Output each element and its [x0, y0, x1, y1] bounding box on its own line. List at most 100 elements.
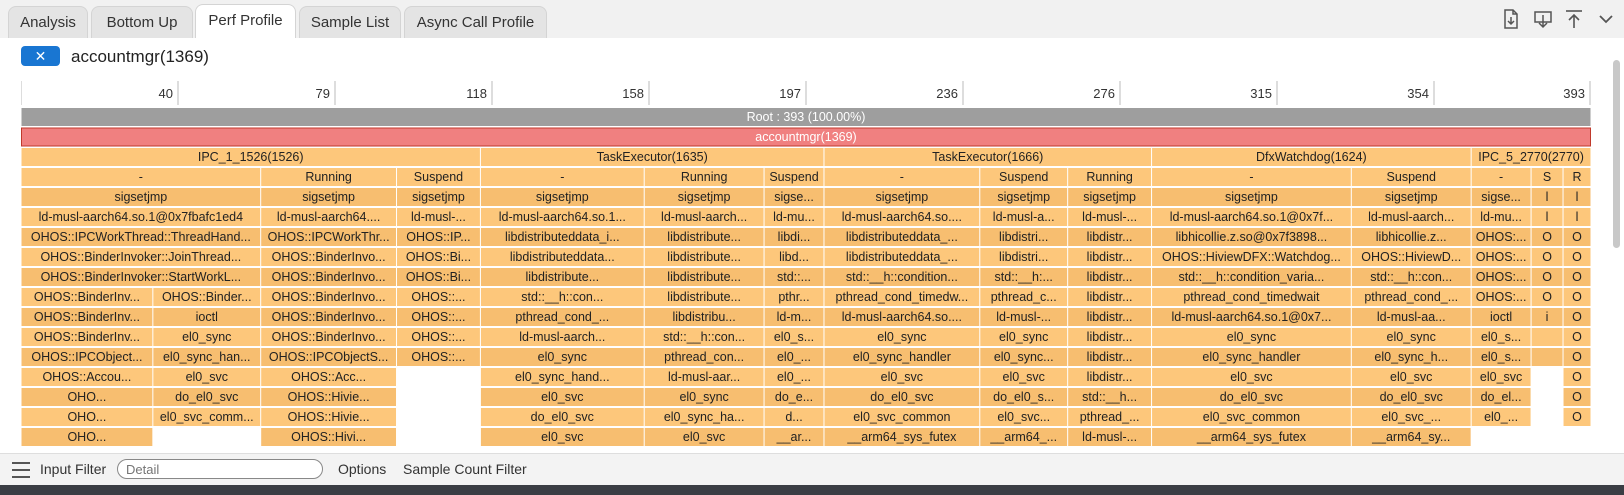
- frame-label: el0_sync: [877, 330, 926, 344]
- frame-label: sigsetjmp: [536, 190, 589, 204]
- tab-sample-list[interactable]: Sample List: [299, 6, 401, 38]
- frame-label: pthread_cond_timedwait: [1183, 290, 1320, 304]
- frame-label: OHOS::Bi...: [406, 270, 471, 284]
- frame-label: libdistribute...: [667, 230, 741, 244]
- flame-frame[interactable]: [1531, 328, 1563, 346]
- frame-label: O: [1572, 230, 1582, 244]
- frame-label: libhicollie.z...: [1376, 230, 1447, 244]
- upload-icon[interactable]: [1563, 8, 1585, 30]
- frame-label: OHOS::BinderInv...: [34, 290, 140, 304]
- frame-label: l: [1546, 210, 1549, 224]
- frame-label: ld-mu...: [1480, 210, 1522, 224]
- frame-label: ioctl: [196, 310, 218, 324]
- frame-label: OHO...: [67, 430, 106, 444]
- frame-label: pthr...: [778, 290, 809, 304]
- frame-label: el0_svc: [1003, 370, 1045, 384]
- frame-label: el0_sync: [999, 330, 1048, 344]
- frame-label: OHOS::BinderInv...: [34, 330, 140, 344]
- frame-label: O: [1572, 390, 1582, 404]
- axis-tick-label: 118: [466, 86, 487, 101]
- close-selection-button[interactable]: ✕: [21, 46, 60, 66]
- horizontal-scrollbar[interactable]: [0, 485, 1624, 495]
- tab-analysis[interactable]: Analysis: [8, 6, 88, 38]
- frame-label: el0_svc_comm...: [160, 410, 254, 424]
- frame-label: __arm64_sys_futex: [1196, 430, 1307, 444]
- frame-label: Suspend: [414, 170, 463, 184]
- frame-label: OHOS::BinderInvo...: [272, 270, 386, 284]
- frame-label: sigsetjmp: [1083, 190, 1136, 204]
- frame-label: libdistributeddata_i...: [505, 230, 620, 244]
- frame-label: -: [1249, 170, 1253, 184]
- frame-label: std::__h::con...: [521, 290, 603, 304]
- frame-label: pthread_con...: [664, 350, 744, 364]
- axis-tick-label: 158: [622, 86, 644, 101]
- frame-label: OHOS:...: [1476, 230, 1527, 244]
- frame-label: OHOS::Hivie...: [288, 390, 370, 404]
- frame-label: do_el0_svc: [870, 390, 933, 404]
- frame-label: libdistr...: [1087, 350, 1133, 364]
- frame-label: IPC_1_1526(1526): [198, 150, 304, 164]
- frame-label: Root : 393 (100.00%): [747, 110, 866, 124]
- frame-label: DfxWatchdog(1624): [1256, 150, 1367, 164]
- file-export-icon[interactable]: [1500, 8, 1522, 30]
- vertical-scrollbar-thumb[interactable]: [1613, 60, 1620, 248]
- frame-label: el0_svc_common: [853, 410, 950, 424]
- options-button[interactable]: Options: [338, 461, 386, 477]
- frame-label: ld-musl-...: [1082, 430, 1137, 444]
- vertical-scrollbar[interactable]: [1612, 56, 1622, 446]
- frame-label: O: [1572, 270, 1582, 284]
- frame-label: pthread_c...: [991, 290, 1057, 304]
- frame-label: libdistr...: [1087, 370, 1133, 384]
- frame-label: OHOS::BinderInvoker::StartWorkL...: [41, 270, 242, 284]
- frame-label: sigsetjmp: [997, 190, 1050, 204]
- sample-count-filter-button[interactable]: Sample Count Filter: [403, 461, 527, 477]
- download-icon[interactable]: [1532, 8, 1554, 30]
- axis-tick-label: 197: [779, 86, 801, 101]
- axis-tick-label: 354: [1407, 86, 1429, 101]
- frame-label: el0_...: [1484, 410, 1518, 424]
- tab-bar: Analysis Bottom Up Perf Profile Sample L…: [0, 0, 1624, 38]
- frame-label: ld-musl-aarch64.so....: [842, 310, 962, 324]
- frame-label: OHOS::Binder...: [162, 290, 252, 304]
- frame-label: libd...: [779, 250, 809, 264]
- frame-label: sigse...: [774, 190, 814, 204]
- frame-label: OHOS::Hivi...: [291, 430, 366, 444]
- tab-perf-profile[interactable]: Perf Profile: [195, 4, 296, 38]
- frame-label: l: [1546, 190, 1549, 204]
- frame-label: OHOS::Hivie...: [288, 410, 370, 424]
- frame-label: O: [1572, 330, 1582, 344]
- flame-graph[interactable]: Root : 393 (100.00%) accountmgr(1369) IPC_…: [21, 108, 1591, 453]
- frame-label: l: [1576, 210, 1579, 224]
- frame-label: OHOS::...: [411, 330, 465, 344]
- frame-label: OHOS::HiviewDFX::Watchdog...: [1162, 250, 1341, 264]
- tab-bottom-up[interactable]: Bottom Up: [91, 6, 193, 38]
- frame-label: std::__h::con...: [1370, 270, 1452, 284]
- frame-label: libdi...: [778, 230, 811, 244]
- chevron-down-icon[interactable]: [1595, 8, 1617, 30]
- frame-label: OHOS::IPCWorkThr...: [268, 230, 390, 244]
- frame-label: el0_svc: [1230, 370, 1272, 384]
- frame-label: OHOS::BinderInv...: [34, 310, 140, 324]
- frame-label: libhicollie.z.so@0x7f3898...: [1176, 230, 1328, 244]
- frame-label: O: [1542, 290, 1552, 304]
- flame-frame[interactable]: [1531, 348, 1563, 366]
- frame-label: el0_sync_han...: [163, 350, 251, 364]
- frame-label: ld-musl-aarch64.so....: [842, 210, 962, 224]
- frame-label: ld-musl-aarch64.so.1@0x7f...: [1170, 210, 1333, 224]
- menu-icon[interactable]: [12, 462, 30, 478]
- frame-label: el0_svc: [541, 430, 583, 444]
- tab-async-call-profile[interactable]: Async Call Profile: [404, 6, 547, 38]
- frame-label: el0_s...: [1481, 350, 1521, 364]
- frame-label: ld-musl-aarch64.so.1@0x7fbafc1ed4: [39, 210, 244, 224]
- frame-label: -: [139, 170, 143, 184]
- frame-label: OHOS::Bi...: [406, 250, 471, 264]
- frame-label: OHOS::BinderInvo...: [272, 330, 386, 344]
- frame-label: O: [1572, 290, 1582, 304]
- detail-filter-input[interactable]: [117, 459, 323, 479]
- frame-label: ld-mu...: [773, 210, 815, 224]
- frame-label: el0_...: [777, 370, 811, 384]
- frame-label: TaskExecutor(1635): [597, 150, 708, 164]
- frame-label: OHOS:...: [1476, 290, 1527, 304]
- frame-label: OHOS:...: [1476, 270, 1527, 284]
- process-title: accountmgr(1369): [71, 47, 209, 66]
